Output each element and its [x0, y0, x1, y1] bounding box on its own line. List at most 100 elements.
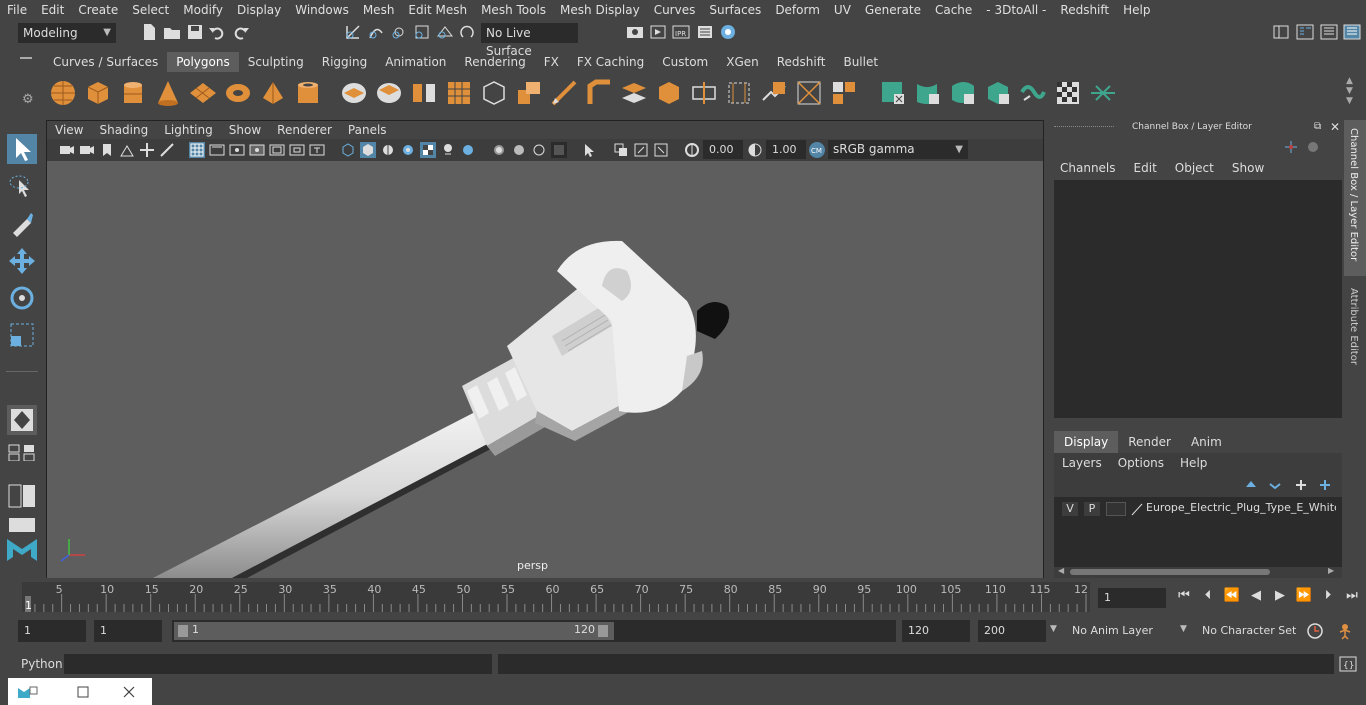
menu-modify[interactable]: Modify: [176, 3, 230, 17]
layer-menu-help[interactable]: Help: [1172, 453, 1215, 473]
render-settings-icon[interactable]: [696, 23, 714, 41]
uv-automatic-icon[interactable]: [983, 78, 1013, 108]
uv-spherical-icon[interactable]: [948, 78, 978, 108]
channel-key-icon[interactable]: [1284, 140, 1298, 154]
exposure-icon[interactable]: [684, 142, 700, 158]
camera-select-icon[interactable]: [59, 142, 75, 158]
shelf-tab-rendering[interactable]: Rendering: [455, 52, 534, 72]
menu-help[interactable]: Help: [1116, 3, 1157, 17]
channel-menu-channels[interactable]: Channels: [1054, 158, 1122, 178]
command-language-label[interactable]: Python: [21, 657, 63, 671]
close-panel-icon[interactable]: ✕: [1330, 120, 1340, 134]
layer-scrollbar[interactable]: ◀ ▶: [1054, 566, 1342, 577]
move-layer-down-icon[interactable]: [1268, 477, 1282, 491]
rotate-tool-icon[interactable]: [7, 283, 37, 313]
channel-box-side-tab[interactable]: Channel Box / Layer Editor: [1344, 120, 1366, 276]
screen-space-ao-icon[interactable]: [460, 142, 476, 158]
field-chart-icon[interactable]: [269, 142, 285, 158]
layer-menu-options[interactable]: Options: [1110, 453, 1172, 473]
snap-surface-icon[interactable]: [436, 23, 454, 41]
menu-generate[interactable]: Generate: [858, 3, 928, 17]
shelf-tab-polygons[interactable]: Polygons: [167, 52, 239, 72]
menu-file[interactable]: File: [0, 3, 34, 17]
smooth-icon[interactable]: [444, 78, 474, 108]
use-all-lights-icon[interactable]: [420, 142, 436, 158]
step-back-frame-icon[interactable]: ⏴: [1198, 588, 1218, 608]
layer-row[interactable]: V P Europe_Electric_Plug_Type_E_White_(: [1058, 500, 1338, 518]
exposure-field[interactable]: 0.00: [703, 140, 743, 159]
layer-tab-render[interactable]: Render: [1118, 431, 1181, 453]
shelf-tab-sculpting[interactable]: Sculpting: [239, 52, 313, 72]
anim-layer-dropdown[interactable]: No Anim Layer: [1066, 620, 1172, 642]
layout-single-icon[interactable]: [7, 405, 37, 435]
open-scene-icon[interactable]: [163, 23, 181, 41]
plug-model[interactable]: [47, 161, 1043, 578]
viewport-menu-show[interactable]: Show: [221, 121, 269, 139]
new-scene-icon[interactable]: [140, 23, 158, 41]
poly-pipe-icon[interactable]: [293, 78, 323, 108]
menu-cache[interactable]: Cache: [928, 3, 979, 17]
shelf-tab-xgen[interactable]: XGen: [717, 52, 768, 72]
uv-unfold-icon[interactable]: [1088, 78, 1118, 108]
viewport-menu-lighting[interactable]: Lighting: [156, 121, 221, 139]
toggle-panels-icon[interactable]: [1296, 23, 1314, 41]
target-weld-icon[interactable]: [794, 78, 824, 108]
render-frame-icon[interactable]: [649, 23, 667, 41]
auto-key-icon[interactable]: [1306, 622, 1324, 640]
range-slider-track[interactable]: 1 120: [172, 620, 896, 642]
step-forward-key-icon[interactable]: ⏩: [1294, 588, 1314, 608]
play-backward-icon[interactable]: ◀: [1246, 588, 1266, 608]
live-surface-field[interactable]: No Live Surface: [481, 23, 578, 58]
poly-plane-icon[interactable]: [188, 78, 218, 108]
shelf-tab-animation[interactable]: Animation: [376, 52, 455, 72]
toggle-layout-icon[interactable]: [1320, 23, 1338, 41]
channel-lock-icon[interactable]: [1306, 140, 1320, 154]
select-tool-icon[interactable]: [7, 134, 37, 164]
shelf-menu-icon[interactable]: [20, 57, 32, 59]
move-tool-icon[interactable]: [7, 246, 37, 276]
viewport-menu-view[interactable]: View: [47, 121, 91, 139]
menu-display[interactable]: Display: [230, 3, 288, 17]
character-set-dropdown[interactable]: No Character Set: [1196, 620, 1298, 642]
camera-attributes-icon[interactable]: [79, 142, 95, 158]
menu-curves[interactable]: Curves: [647, 3, 703, 17]
wedge-icon[interactable]: [689, 78, 719, 108]
menu-select[interactable]: Select: [125, 3, 176, 17]
layer-menu-layers[interactable]: Layers: [1054, 453, 1110, 473]
menu-windows[interactable]: Windows: [288, 3, 356, 17]
layer-color-swatch[interactable]: [1106, 502, 1126, 516]
menu-edit[interactable]: Edit: [34, 3, 71, 17]
shelf-tab-fx[interactable]: FX: [535, 52, 568, 72]
channel-menu-object[interactable]: Object: [1169, 158, 1220, 178]
shadows-icon[interactable]: [440, 142, 456, 158]
move-layer-up-icon[interactable]: [1244, 477, 1258, 491]
play-forward-icon[interactable]: ▶: [1270, 588, 1290, 608]
gamma-field[interactable]: 1.00: [766, 140, 806, 159]
menu-3dtoall[interactable]: - 3DtoAll -: [979, 3, 1053, 17]
separate-icon[interactable]: [374, 78, 404, 108]
image-plane-icon[interactable]: [119, 142, 135, 158]
poly-prism-icon[interactable]: [258, 78, 288, 108]
snap-grid-icon[interactable]: [344, 23, 362, 41]
bookmark-icon[interactable]: [99, 142, 115, 158]
reduce-icon[interactable]: [479, 78, 509, 108]
gamma-icon[interactable]: [747, 142, 763, 158]
render-view-icon[interactable]: [626, 23, 644, 41]
range-slider-handle[interactable]: 1 120: [174, 622, 614, 640]
go-to-end-icon[interactable]: ⏭: [1342, 588, 1362, 608]
menu-mesh-tools[interactable]: Mesh Tools: [474, 3, 553, 17]
bridge-icon[interactable]: [619, 78, 649, 108]
scene-start-field[interactable]: 1: [18, 620, 86, 642]
frame-selected-icon[interactable]: [653, 142, 669, 158]
go-to-start-icon[interactable]: ⏮: [1174, 588, 1194, 608]
playback-start-field[interactable]: 1: [94, 620, 162, 642]
command-input[interactable]: [64, 654, 492, 674]
menu-mesh-display[interactable]: Mesh Display: [553, 3, 647, 17]
shelf-tab-rigging[interactable]: Rigging: [313, 52, 376, 72]
scrollbar-thumb[interactable]: [1070, 569, 1270, 575]
smooth-shade-icon[interactable]: [360, 142, 376, 158]
make-live-icon[interactable]: [459, 23, 477, 41]
2d-pan-icon[interactable]: [139, 142, 155, 158]
resolution-gate-icon[interactable]: [229, 142, 245, 158]
shelf-tab-custom[interactable]: Custom: [653, 52, 717, 72]
